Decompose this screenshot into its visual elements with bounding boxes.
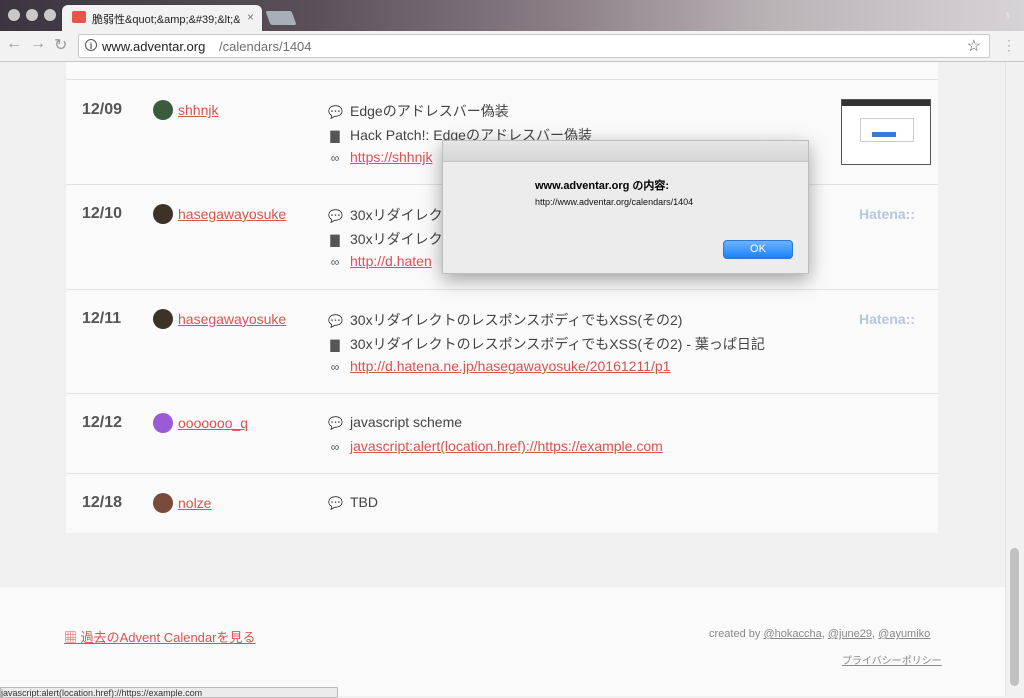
avatar[interactable] bbox=[153, 204, 173, 224]
entry-thumbnail[interactable] bbox=[841, 99, 931, 165]
thumb-header bbox=[842, 100, 930, 106]
close-window-button[interactable] bbox=[8, 9, 20, 21]
tab-close-icon[interactable]: × bbox=[247, 10, 254, 24]
calendar-icon: ▦ bbox=[64, 630, 81, 645]
hatena-logo[interactable]: Hatena:: bbox=[859, 206, 915, 222]
author-link[interactable]: @june29 bbox=[828, 628, 872, 640]
entry-date: 12/18 bbox=[82, 494, 123, 511]
entry-row: 12/12 ooooooo_q 💬 javascript scheme ∞ java… bbox=[66, 393, 938, 474]
thumb-button bbox=[872, 132, 896, 137]
entry-url-link[interactable]: javascript:alert(location.href)://https:… bbox=[350, 438, 663, 454]
past-calendars-link[interactable]: ▦ 過去のAdvent Calendarを見る bbox=[64, 627, 255, 646]
scrollbar-thumb[interactable] bbox=[1010, 548, 1019, 686]
status-bar: javascript:alert(location.href)://https:… bbox=[0, 687, 338, 698]
entry-date: 12/10 bbox=[82, 205, 123, 222]
document-icon: ▇ bbox=[330, 129, 340, 143]
entry-url-link[interactable]: https://shhnjk bbox=[350, 149, 433, 165]
alert-dialog: www.adventar.org の内容: http://www.adventa… bbox=[442, 140, 809, 274]
reload-icon[interactable]: ↻ bbox=[54, 35, 67, 55]
entry-date: 12/11 bbox=[82, 310, 122, 327]
dialog-message: http://www.adventar.org/calendars/1404 bbox=[535, 197, 694, 207]
comment-icon: 💬 bbox=[328, 209, 343, 223]
comment-icon: 💬 bbox=[328, 314, 343, 328]
minimize-window-button[interactable] bbox=[26, 9, 38, 21]
bookmark-star-icon[interactable]: ☆ bbox=[967, 36, 981, 56]
hatena-logo[interactable]: Hatena:: bbox=[859, 311, 915, 327]
thumb-box bbox=[860, 118, 914, 142]
entry-comment: 💬 Edgeのアドレスバー偽装 bbox=[328, 103, 509, 119]
entry-row: 12/11 hasegawayosuke 💬 30xリダイレクトのレスポンスボディ… bbox=[66, 289, 938, 394]
entry-user-link[interactable]: shhnjk bbox=[178, 102, 218, 118]
browser-toolbar: ← → ↻ i www.adventar.org /calendars/1404… bbox=[0, 31, 1024, 62]
entry-url-link[interactable]: http://d.hatena.ne.jp/hasegawayosuke/201… bbox=[350, 358, 670, 374]
link-icon: ∞ bbox=[330, 255, 340, 269]
page-footer: ▦ 過去のAdvent Calendarを見る created by @hoka… bbox=[0, 587, 1006, 696]
avatar[interactable] bbox=[153, 100, 173, 120]
entry-user-link[interactable]: hasegawayosuke bbox=[178, 206, 286, 222]
forward-icon[interactable]: → bbox=[30, 35, 46, 53]
entry-url-link[interactable]: http://d.haten bbox=[350, 253, 432, 269]
entry-row: 12/18 nolze 💬 TBD bbox=[66, 473, 938, 534]
entry-user-link[interactable]: ooooooo_q bbox=[178, 415, 248, 431]
browser-tab[interactable]: 脆弱性&quot;&amp;&#39;&lt;&l × bbox=[62, 5, 262, 31]
privacy-policy-link[interactable]: プライバシーポリシー bbox=[842, 652, 942, 667]
entry-date: 12/09 bbox=[82, 101, 123, 118]
author-link[interactable]: @ayumiko bbox=[878, 628, 930, 640]
zoom-window-button[interactable] bbox=[44, 9, 56, 21]
avatar[interactable] bbox=[153, 413, 173, 433]
window-titlebar: 脆弱性&quot;&amp;&#39;&lt;&l × ♁ bbox=[0, 0, 1024, 31]
tab-title: 脆弱性&quot;&amp;&#39;&lt;&l bbox=[92, 14, 240, 26]
page-scrollbar[interactable] bbox=[1005, 62, 1024, 696]
calendar-favicon-icon bbox=[72, 11, 86, 23]
entry-date: 12/12 bbox=[82, 414, 123, 431]
entry-comment: 💬 javascript scheme bbox=[328, 414, 463, 430]
avatar[interactable] bbox=[153, 493, 173, 513]
dialog-header bbox=[443, 141, 808, 162]
link-icon: ∞ bbox=[330, 360, 340, 374]
comment-icon: 💬 bbox=[328, 416, 343, 430]
author-link[interactable]: @hokaccha bbox=[763, 628, 821, 640]
calendar-entries: 12/09 shhnjk 💬 Edgeのアドレスバー偽装 ▇ Hack Patch!… bbox=[66, 62, 938, 533]
ok-button[interactable]: OK bbox=[723, 240, 793, 259]
info-icon[interactable]: i bbox=[85, 39, 97, 51]
link-icon: ∞ bbox=[330, 440, 340, 454]
browser-menu-icon[interactable]: ⋮ bbox=[1002, 37, 1016, 54]
entry-title: ▇ 30xリダイレクトのレスポンスボディでもXSS(その2) - 葉っぱ日記 bbox=[328, 334, 848, 354]
incognito-profile-icon[interactable]: ♁ bbox=[1003, 8, 1012, 22]
document-icon: ▇ bbox=[330, 338, 340, 352]
entry-user-link[interactable]: nolze bbox=[178, 495, 211, 511]
link-icon: ∞ bbox=[330, 151, 340, 165]
entry-comment: 💬 30xリダイレクトのレスポンスボディでもXSS(その2) bbox=[328, 312, 683, 328]
entry-url: ∞ javascript:alert(location.href)://https… bbox=[328, 438, 848, 454]
avatar[interactable] bbox=[153, 309, 173, 329]
url-host: www.adventar.org bbox=[102, 39, 206, 54]
new-tab-button[interactable] bbox=[265, 11, 297, 25]
document-icon: ▇ bbox=[330, 233, 340, 247]
comment-icon: 💬 bbox=[328, 496, 343, 510]
entry-url: ∞ http://d.hatena.ne.jp/hasegawayosuke/20… bbox=[328, 358, 848, 374]
created-by: created by @hokaccha, @june29, @ayumiko bbox=[709, 628, 931, 640]
url-path: /calendars/1404 bbox=[219, 39, 312, 54]
back-icon[interactable]: ← bbox=[6, 35, 22, 53]
entry-comment: 💬 TBD bbox=[328, 494, 378, 510]
address-bar[interactable]: i www.adventar.org /calendars/1404 ☆ bbox=[78, 34, 990, 58]
dialog-title: www.adventar.org の内容: bbox=[535, 180, 670, 192]
entry-user-link[interactable]: hasegawayosuke bbox=[178, 311, 286, 327]
comment-icon: 💬 bbox=[328, 105, 343, 119]
